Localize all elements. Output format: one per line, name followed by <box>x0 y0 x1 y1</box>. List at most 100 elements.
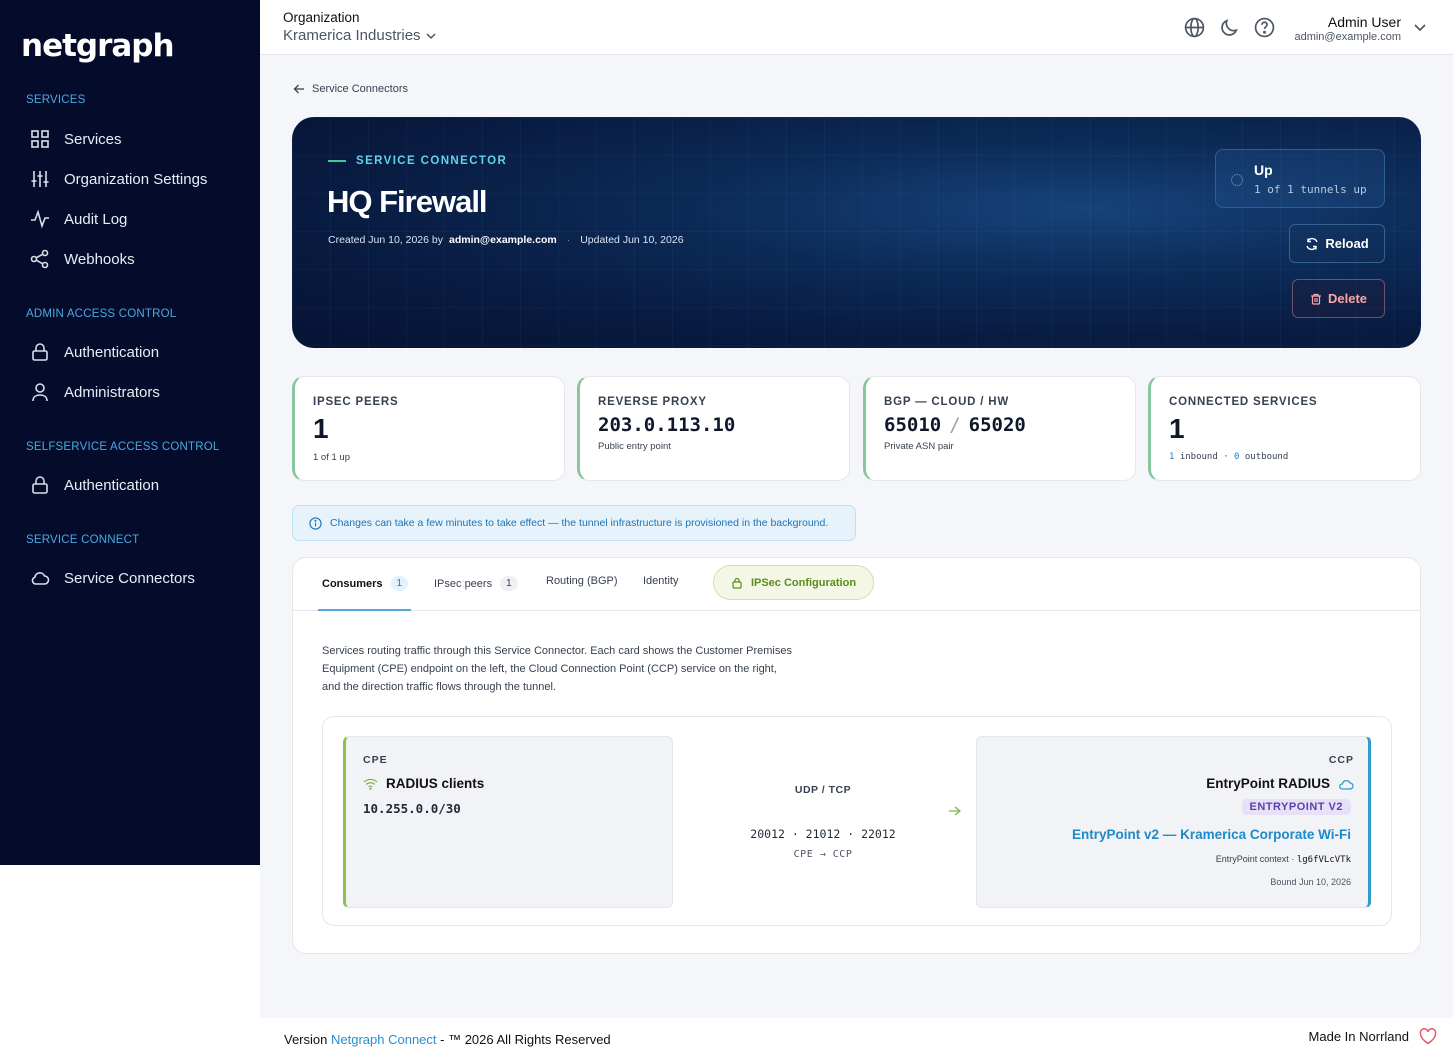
globe-icon[interactable] <box>1184 17 1205 38</box>
cpe-cidr: 10.255.0.0/30 <box>363 801 461 816</box>
sidebar-item-label: Audit Log <box>64 210 128 228</box>
tab-ipsec-peers[interactable]: IPsec peers 1 <box>434 576 518 591</box>
stat-card-reverse-proxy: REVERSE PROXY 203.0.113.10 Public entry … <box>577 376 850 481</box>
lock-icon <box>32 343 48 361</box>
traffic-direction: CPE → CCP <box>793 849 853 860</box>
cpe-name: RADIUS clients <box>363 776 484 791</box>
tab-identity[interactable]: Identity <box>643 575 678 587</box>
version-prefix: Version <box>284 1032 328 1047</box>
sidebar-item-administrators[interactable]: Administrators <box>30 382 160 402</box>
reload-label: Reload <box>1325 236 1369 251</box>
tab-label: Routing (BGP) <box>546 575 618 587</box>
delete-label: Delete <box>1327 291 1368 306</box>
tab-label: IPSec Configuration <box>750 576 857 589</box>
sidebar-item-services[interactable]: Services <box>30 129 122 149</box>
refresh-icon <box>1306 237 1318 250</box>
page-title: HQ Firewall <box>327 184 488 219</box>
separator: · <box>1223 452 1229 462</box>
asn-separator: / <box>949 414 961 436</box>
reload-button[interactable]: Reload <box>1289 224 1385 263</box>
trash-icon <box>1310 293 1321 305</box>
nav-section-services: SERVICES <box>26 94 86 106</box>
asn-cloud: 65010 <box>884 414 942 436</box>
footer: Version Netgraph Connect - ™ 2026 All Ri… <box>260 1018 1453 1058</box>
tab-ipsec-configuration[interactable]: IPSec Configuration <box>713 565 874 600</box>
arrow-left-icon <box>293 84 304 94</box>
tab-consumers[interactable]: Consumers 1 <box>322 576 409 591</box>
tab-label: Identity <box>643 575 679 587</box>
updated-date: Updated Jun 10, 2026 <box>580 234 684 246</box>
cloud-icon <box>1339 779 1354 790</box>
sidebar-item-selfservice-authentication[interactable]: Authentication <box>30 475 159 495</box>
flow-arrow-icon <box>687 806 961 816</box>
sidebar-blank-area <box>0 865 260 1058</box>
breadcrumb-label: Service Connectors <box>312 83 408 95</box>
ccp-name: EntryPoint RADIUS <box>1206 776 1354 791</box>
status-text: Up <box>1254 162 1273 178</box>
service-connector-hero: SERVICE CONNECTOR HQ Firewall Created Ju… <box>292 117 1421 348</box>
info-text: Changes can take a few minutes to take e… <box>330 517 829 529</box>
stat-subtext: 1 of 1 up <box>313 452 350 463</box>
tab-routing-bgp[interactable]: Routing (BGP) <box>546 575 618 587</box>
stat-card-ipsec-peers: IPSEC PEERS 1 1 of 1 up <box>292 376 565 481</box>
chevron-down-icon[interactable] <box>1413 20 1427 34</box>
breadcrumb[interactable]: Service Connectors <box>293 83 408 95</box>
rights-text: - ™ 2026 All Rights Reserved <box>440 1032 611 1047</box>
tab-bar: Consumers 1 IPsec peers 1 Routing (BGP) … <box>293 558 1420 611</box>
sidebar-item-audit-log[interactable]: Audit Log <box>30 209 127 229</box>
wifi-icon <box>363 778 378 790</box>
organization-name: Kramerica Industries <box>283 27 421 44</box>
info-banner: Changes can take a few minutes to take e… <box>292 505 856 541</box>
heart-icon <box>1419 1028 1437 1045</box>
netgraph-logo[interactable]: netgraph <box>21 28 175 64</box>
connector-details-card: Consumers 1 IPsec peers 1 Routing (BGP) … <box>292 557 1421 954</box>
share-icon <box>30 249 49 269</box>
sidebar-item-service-connectors[interactable]: Service Connectors <box>30 568 195 588</box>
outbound-label: outbound <box>1244 452 1289 462</box>
tab-count-badge: 1 <box>390 576 409 591</box>
inbound-label: inbound <box>1179 452 1218 462</box>
created-prefix: Created Jun 10, 2026 by <box>328 234 443 246</box>
user-name[interactable]: Admin User <box>1328 14 1401 30</box>
asn-hw: 65020 <box>968 414 1026 436</box>
help-icon[interactable] <box>1254 17 1275 38</box>
hero-meta: Created Jun 10, 2026 by admin@example.co… <box>328 234 684 246</box>
lock-icon <box>732 577 742 589</box>
ccp-service-link[interactable]: EntryPoint v2 — Kramerica Corporate Wi-F… <box>1072 827 1351 842</box>
sidebar-item-label: Authentication <box>64 476 160 494</box>
sidebar-item-label: Authentication <box>64 343 160 361</box>
organization-select[interactable]: Kramerica Industries <box>283 27 437 44</box>
created-by: admin@example.com <box>449 234 557 246</box>
sidebar-item-label: Services <box>64 130 122 148</box>
sidebar-item-admin-authentication[interactable]: Authentication <box>30 342 159 362</box>
sidebar-item-organization-settings[interactable]: Organization Settings <box>30 169 207 189</box>
delete-button[interactable]: Delete <box>1292 279 1385 318</box>
cpe-kicker: CPE <box>363 754 388 766</box>
version-link[interactable]: Netgraph Connect <box>331 1032 437 1047</box>
hero-kicker: SERVICE CONNECTOR <box>328 155 507 167</box>
sliders-icon <box>31 171 49 187</box>
status-subtext: 1 of 1 tunnels up <box>1254 183 1367 196</box>
stat-label: REVERSE PROXY <box>598 396 707 408</box>
activity-icon <box>31 209 49 229</box>
stat-value: 203.0.113.10 <box>598 414 736 436</box>
footer-version: Version Netgraph Connect - ™ 2026 All Ri… <box>284 1032 611 1047</box>
tab-label: IPsec peers <box>434 577 493 590</box>
entrypoint-version-badge: ENTRYPOINT V2 <box>1241 799 1351 815</box>
status-badge: Up 1 of 1 tunnels up <box>1215 149 1385 208</box>
sidebar-item-webhooks[interactable]: Webhooks <box>30 249 135 269</box>
context-id: lg6fVLcVTk <box>1296 855 1351 865</box>
cloud-icon <box>31 572 50 585</box>
stat-label: IPSEC PEERS <box>313 396 399 408</box>
lock-icon <box>32 476 48 494</box>
info-icon <box>309 516 322 530</box>
stat-card-bgp: BGP — CLOUD / HW 65010 / 65020 Private ASN… <box>863 376 1136 481</box>
inbound-count: 1 <box>1169 452 1175 462</box>
moon-icon[interactable] <box>1219 17 1240 38</box>
stat-subtext: Public entry point <box>598 441 671 452</box>
stat-label: CONNECTED SERVICES <box>1169 396 1318 408</box>
consumers-description: Services routing traffic through this Se… <box>322 645 792 693</box>
ccp-kicker: CCP <box>1328 754 1354 766</box>
entrypoint-context: EntryPoint context · lg6fVLcVTk <box>1216 854 1351 865</box>
stat-subtext: 1 inbound · 0 outbound <box>1169 452 1288 462</box>
